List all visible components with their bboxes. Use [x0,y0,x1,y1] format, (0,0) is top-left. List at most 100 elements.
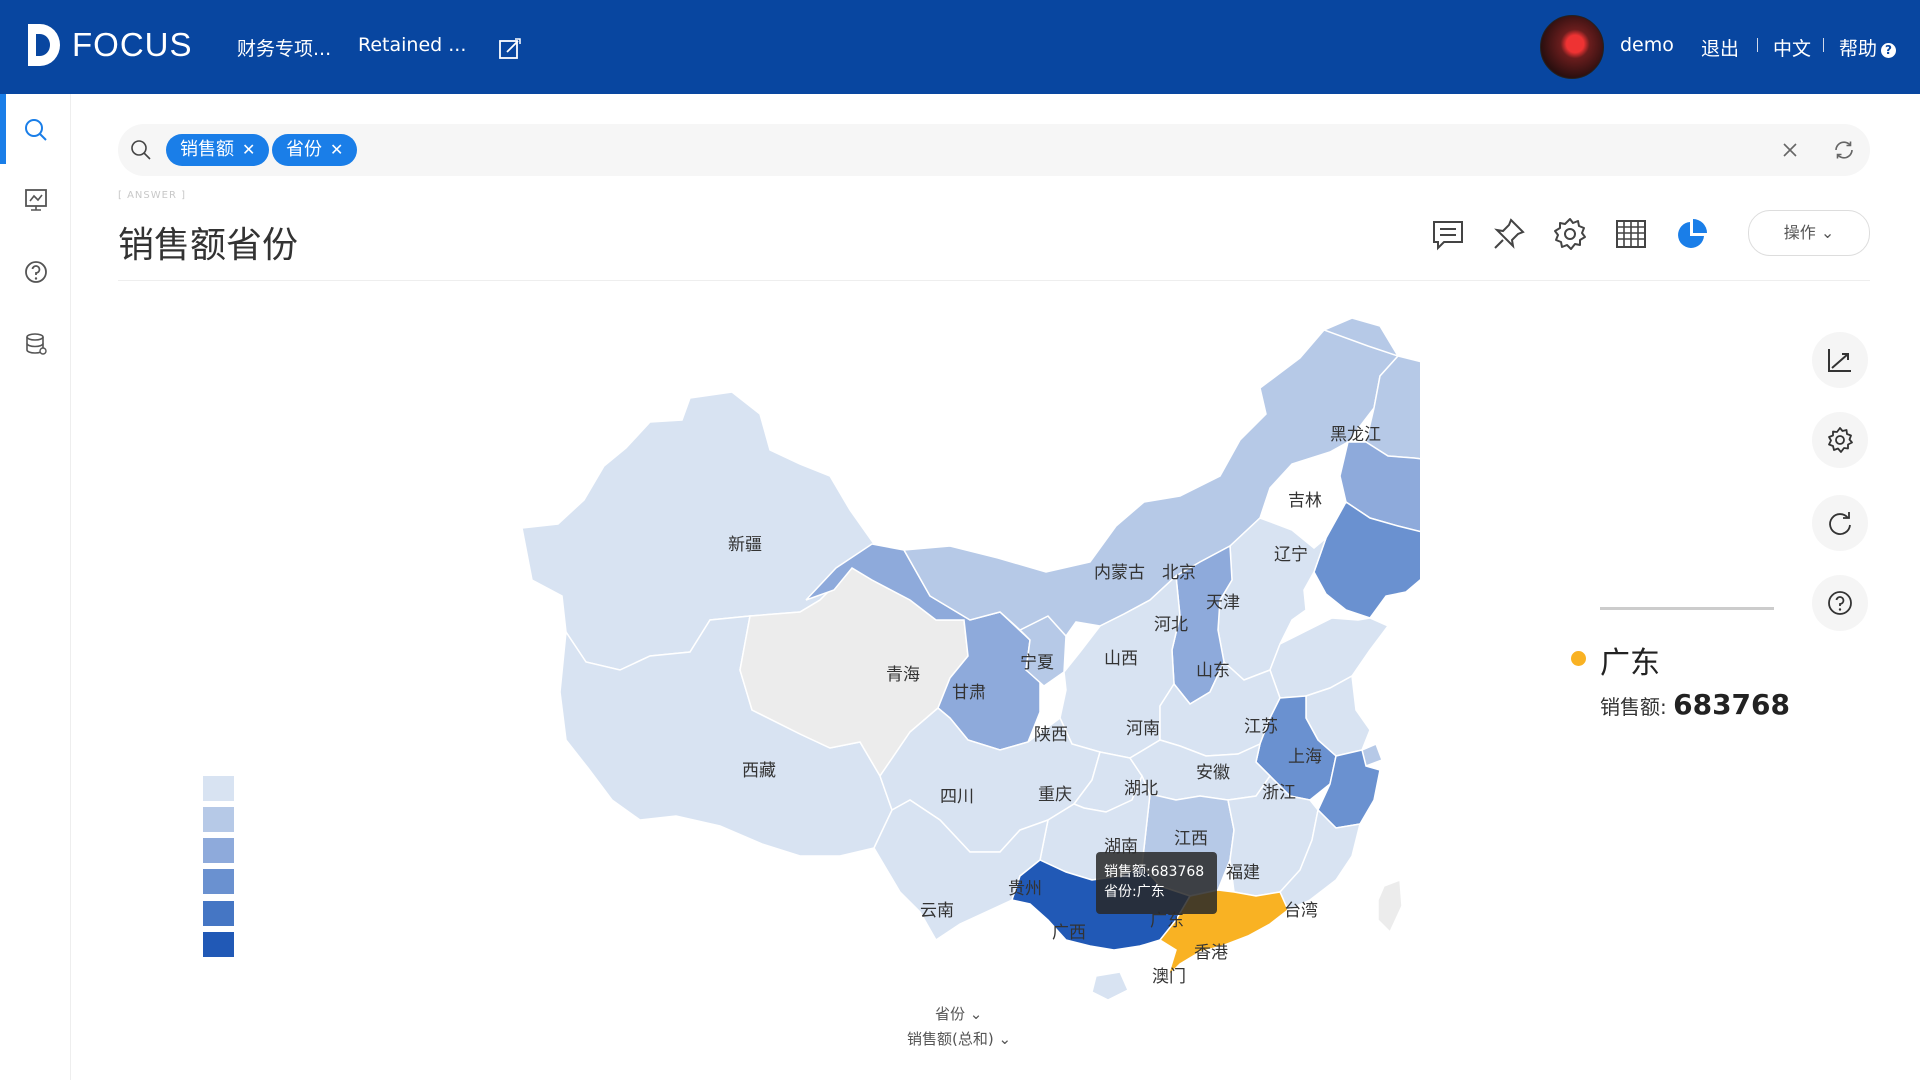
chip-label: 销售额 [180,139,234,160]
chip-remove-icon[interactable]: ✕ [330,140,343,159]
province-label: 新疆 [728,535,762,555]
province-label: 香港 [1194,943,1228,963]
refresh-chart-button[interactable] [1812,495,1868,551]
province-label: 山东 [1196,661,1230,681]
table-icon[interactable] [1613,216,1649,252]
province-label: 浙江 [1262,783,1296,803]
measure-value: 683768 [1673,688,1791,721]
chip-label: 省份 [286,139,322,160]
province-label: 北京 [1162,563,1196,583]
province-label: 云南 [920,901,954,921]
tab-finance[interactable]: 财务专项... [237,34,331,61]
refresh-icon[interactable] [1832,138,1856,162]
title-divider [118,280,1870,281]
tooltip-measure: 销售额:683768 [1104,864,1205,880]
help-icon: ? [1881,43,1897,58]
province-label: 河南 [1126,719,1160,739]
province-label: 湖北 [1124,779,1158,799]
province-label: 黑龙江 [1330,425,1381,445]
avatar[interactable] [1540,15,1604,79]
search-chip-measure[interactable]: 销售额 ✕ [166,134,270,166]
map-tooltip: 销售额:683768 省份:广东 [1096,852,1217,914]
legend-swatch [203,807,234,832]
logout-link[interactable]: 退出 [1701,34,1739,61]
province-label: 西藏 [742,761,776,781]
focus-logo[interactable]: FOCUS [24,22,193,68]
legend-swatch [203,869,234,894]
operations-label: 操作 [1783,223,1816,242]
china-map[interactable]: 新疆西藏 青海甘肃 宁夏 内蒙古 黑龙江吉林辽宁北京天津河北山西山东陕西 河南 江苏上海安徽… [500,300,1420,1010]
axis-config-button[interactable] [1812,332,1868,388]
measure-selector[interactable]: 销售额(总和) ⌄ [907,1028,1011,1049]
province-hainan[interactable] [1091,971,1129,1001]
tooltip-dimension: 省份:广东 [1104,884,1165,900]
pie-chart-icon[interactable] [1674,216,1710,252]
selected-province-name: 广东 [1600,646,1660,681]
chart-settings-button[interactable] [1812,412,1868,468]
chart-help-button[interactable] [1812,575,1868,631]
sidebar [0,94,71,1080]
chevron-down-icon: ⌄ [969,1005,983,1023]
chip-remove-icon[interactable]: ✕ [242,140,255,159]
help-link[interactable]: 帮助? [1839,34,1897,61]
chevron-down-icon: ⌄ [998,1030,1012,1048]
operations-dropdown[interactable]: 操作 ⌄ [1748,210,1870,256]
province-label: 贵州 [1008,879,1042,899]
answer-tag: [ ANSWER ] [118,190,186,201]
pin-icon[interactable] [1491,216,1527,252]
measure-label: 销售额: [1600,695,1667,719]
help-label: 帮助 [1839,38,1878,60]
province-label: 安徽 [1196,763,1230,783]
refresh-icon [1829,512,1851,535]
username[interactable]: demo [1620,34,1674,56]
search-icon[interactable] [22,116,50,144]
edit-icon[interactable] [498,37,522,61]
legend-swatch [203,932,234,957]
logo-icon [28,24,60,66]
search-chip-dimension[interactable]: 省份 ✕ [272,134,358,166]
divider [1823,38,1824,52]
database-icon[interactable] [22,330,50,358]
province-label: 上海 [1288,747,1322,767]
question-icon [1828,591,1852,615]
top-navigation-bar: FOCUS 财务专项... Retained ... demo 退出 中文 帮助… [0,0,1920,94]
province-label: 江苏 [1244,717,1278,737]
divider [1757,38,1758,52]
province-label: 四川 [940,787,974,807]
measure-axis-label: 销售额(总和) [907,1030,994,1048]
province-label: 河北 [1154,615,1188,635]
legend-swatch [203,901,234,926]
comment-icon[interactable] [1430,216,1466,252]
dimension-selector[interactable]: 省份 ⌄ [935,1003,982,1024]
province-label: 陕西 [1034,725,1068,745]
province-label: 台湾 [1284,901,1318,921]
province-label: 重庆 [1038,785,1072,805]
province-label: 澳门 [1152,967,1186,987]
province-label: 青海 [886,665,920,685]
tab-retained[interactable]: Retained ... [358,34,466,56]
sidebar-active-indicator [0,94,6,164]
logo-text: FOCUS [72,26,193,63]
province-label: 辽宁 [1274,545,1308,565]
province-label: 宁夏 [1020,653,1054,673]
province-label: 天津 [1206,593,1240,613]
legend-swatch [203,776,234,801]
search-bar[interactable]: 销售额 ✕ 省份 ✕ [118,124,1870,176]
province-taiwan[interactable] [1377,878,1403,934]
province-label: 甘肃 [952,683,986,703]
page-title: 销售额省份 [118,225,299,266]
selected-measure: 销售额: 683768 [1600,688,1790,721]
province-label: 山西 [1104,649,1138,669]
province-label: 江西 [1174,829,1208,849]
gear-icon[interactable] [1552,216,1588,252]
clear-icon[interactable] [1782,142,1798,158]
axis-icon [1828,349,1851,372]
province-label: 福建 [1226,863,1260,883]
chevron-down-icon: ⌄ [1820,223,1835,242]
gear-icon [1828,427,1853,453]
province-label: 广东 [1150,911,1184,931]
board-icon[interactable] [22,186,50,214]
question-icon[interactable] [22,258,50,286]
selected-marker-dot [1571,651,1586,666]
language-switch[interactable]: 中文 [1773,34,1811,61]
